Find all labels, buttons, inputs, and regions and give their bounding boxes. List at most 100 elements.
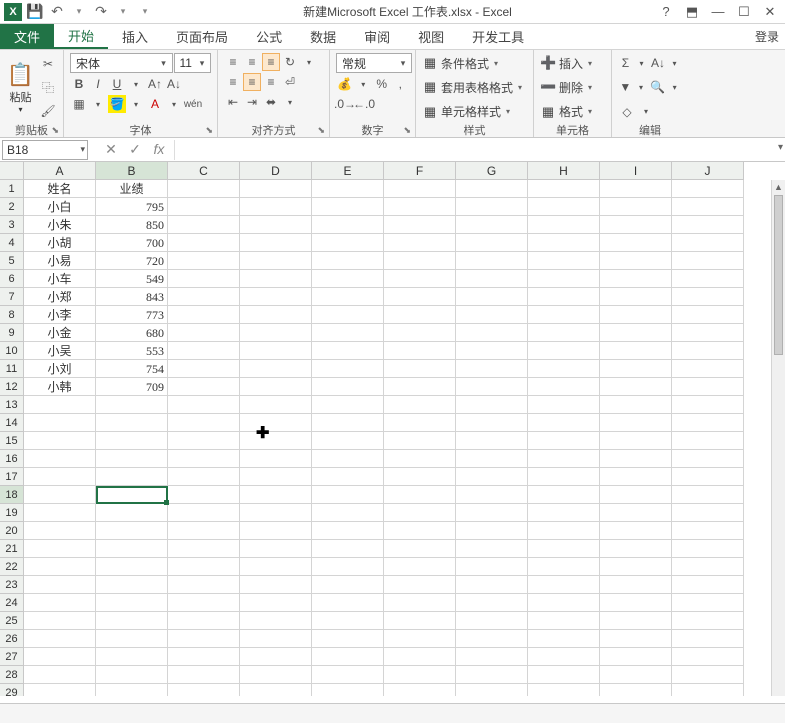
cell[interactable] bbox=[312, 630, 384, 648]
cell[interactable] bbox=[672, 666, 744, 684]
cell[interactable] bbox=[168, 378, 240, 396]
cell[interactable] bbox=[600, 540, 672, 558]
cell[interactable] bbox=[168, 450, 240, 468]
cell[interactable] bbox=[24, 612, 96, 630]
cell[interactable] bbox=[24, 594, 96, 612]
cell[interactable] bbox=[600, 270, 672, 288]
cell[interactable] bbox=[312, 540, 384, 558]
format-painter-icon[interactable]: 🖌 bbox=[39, 102, 57, 120]
cell[interactable] bbox=[456, 270, 528, 288]
cell[interactable] bbox=[672, 324, 744, 342]
indent-inc-icon[interactable]: ⇥ bbox=[243, 93, 261, 111]
row-header[interactable]: 3 bbox=[0, 216, 24, 234]
cell[interactable]: 850 bbox=[96, 216, 168, 234]
cell[interactable] bbox=[600, 486, 672, 504]
cell[interactable] bbox=[600, 558, 672, 576]
cell[interactable] bbox=[168, 486, 240, 504]
cell[interactable] bbox=[456, 414, 528, 432]
cell[interactable] bbox=[24, 486, 96, 504]
cell[interactable] bbox=[456, 288, 528, 306]
cell[interactable] bbox=[456, 594, 528, 612]
increase-decimal-icon[interactable]: .0→ bbox=[336, 95, 354, 113]
cell[interactable] bbox=[312, 468, 384, 486]
cell[interactable] bbox=[456, 252, 528, 270]
cell[interactable] bbox=[528, 486, 600, 504]
cell[interactable] bbox=[384, 288, 456, 306]
column-header[interactable]: F bbox=[384, 162, 456, 180]
cell[interactable] bbox=[312, 576, 384, 594]
cell[interactable] bbox=[672, 612, 744, 630]
column-header[interactable]: J bbox=[672, 162, 744, 180]
wrap-text-icon[interactable]: ⏎ bbox=[281, 73, 299, 91]
cell[interactable] bbox=[96, 540, 168, 558]
cell[interactable] bbox=[600, 324, 672, 342]
cell[interactable] bbox=[456, 558, 528, 576]
cell[interactable] bbox=[600, 432, 672, 450]
cell[interactable] bbox=[24, 414, 96, 432]
fill-dropdown-icon[interactable]: ▾ bbox=[127, 95, 145, 113]
cell[interactable] bbox=[384, 576, 456, 594]
tab-file[interactable]: 文件 bbox=[0, 24, 54, 49]
cell[interactable] bbox=[528, 576, 600, 594]
currency-icon[interactable]: 💰 bbox=[336, 75, 354, 93]
cell[interactable] bbox=[168, 324, 240, 342]
cell[interactable] bbox=[672, 360, 744, 378]
cell[interactable] bbox=[456, 576, 528, 594]
cell[interactable] bbox=[312, 360, 384, 378]
align-dialog-icon[interactable]: ⬊ bbox=[317, 125, 325, 136]
comma-icon[interactable]: , bbox=[392, 75, 410, 93]
number-format-combo[interactable]: 常规▾ bbox=[336, 53, 412, 73]
cell[interactable]: 小白 bbox=[24, 198, 96, 216]
font-size-combo[interactable]: 11▾ bbox=[174, 53, 212, 73]
clear-icon[interactable]: ◇ bbox=[618, 103, 636, 121]
chevron-down-icon[interactable]: ▾ bbox=[196, 58, 208, 69]
maximize-icon[interactable]: ☐ bbox=[735, 4, 753, 20]
cell[interactable] bbox=[600, 684, 672, 696]
fill-color-icon[interactable]: 🪣 bbox=[108, 95, 126, 113]
row-header[interactable]: 18 bbox=[0, 486, 24, 504]
cell[interactable] bbox=[168, 396, 240, 414]
increase-font-icon[interactable]: A↑ bbox=[146, 75, 164, 93]
format-cells-button[interactable]: ▦格式▾ bbox=[540, 102, 605, 122]
cell[interactable] bbox=[456, 504, 528, 522]
fill-dropdown-icon[interactable]: ▾ bbox=[634, 78, 649, 96]
cell[interactable] bbox=[672, 342, 744, 360]
cell[interactable] bbox=[240, 468, 312, 486]
cell[interactable] bbox=[456, 450, 528, 468]
cell[interactable] bbox=[312, 684, 384, 696]
tab-data[interactable]: 数据 bbox=[296, 24, 350, 49]
cell[interactable]: 754 bbox=[96, 360, 168, 378]
cell[interactable] bbox=[384, 558, 456, 576]
cell[interactable] bbox=[24, 558, 96, 576]
cell[interactable] bbox=[240, 612, 312, 630]
cell[interactable] bbox=[456, 540, 528, 558]
clear-dropdown-icon[interactable]: ▾ bbox=[637, 103, 655, 121]
cell[interactable] bbox=[672, 432, 744, 450]
cell[interactable] bbox=[384, 468, 456, 486]
cell[interactable] bbox=[96, 612, 168, 630]
cell[interactable] bbox=[312, 252, 384, 270]
cell[interactable] bbox=[672, 468, 744, 486]
align-right-icon[interactable]: ≡ bbox=[262, 73, 280, 91]
row-header[interactable]: 10 bbox=[0, 342, 24, 360]
fx-icon[interactable]: fx bbox=[150, 141, 168, 158]
cell[interactable]: 795 bbox=[96, 198, 168, 216]
font-name-combo[interactable]: 宋体▾ bbox=[70, 53, 173, 73]
cell[interactable] bbox=[312, 594, 384, 612]
cell[interactable] bbox=[96, 522, 168, 540]
row-header[interactable]: 23 bbox=[0, 576, 24, 594]
cell[interactable] bbox=[240, 414, 312, 432]
cell[interactable] bbox=[528, 288, 600, 306]
sheet-tabs[interactable] bbox=[0, 703, 785, 723]
cell[interactable] bbox=[528, 612, 600, 630]
cell[interactable]: 小郑 bbox=[24, 288, 96, 306]
fill-handle[interactable] bbox=[164, 500, 169, 505]
table-format-button[interactable]: ▦套用表格格式▾ bbox=[422, 77, 527, 97]
cell[interactable]: 709 bbox=[96, 378, 168, 396]
cell[interactable] bbox=[456, 612, 528, 630]
cell[interactable] bbox=[600, 288, 672, 306]
cell[interactable] bbox=[96, 396, 168, 414]
cell[interactable] bbox=[384, 216, 456, 234]
border-dropdown-icon[interactable]: ▾ bbox=[89, 95, 107, 113]
chevron-down-icon[interactable]: ▾ bbox=[158, 58, 170, 69]
